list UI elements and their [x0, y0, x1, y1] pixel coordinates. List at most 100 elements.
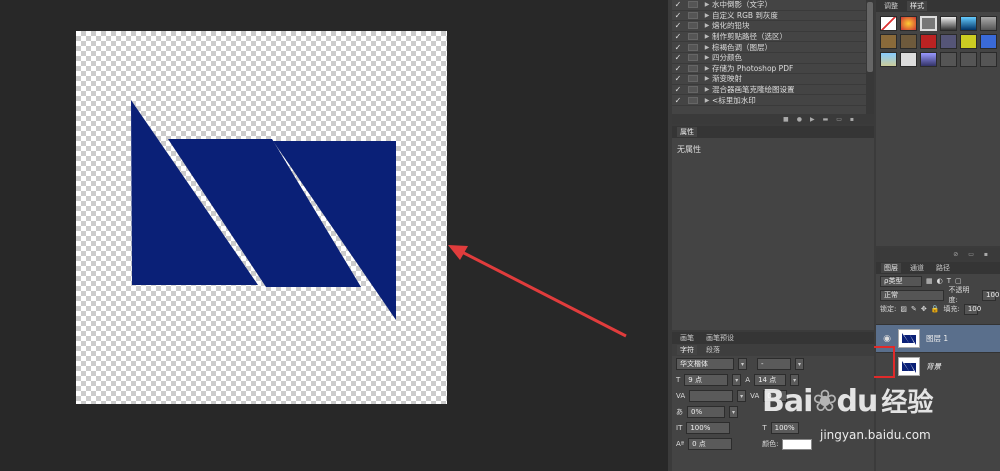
- record-icon[interactable]: ●: [797, 116, 802, 123]
- lock-paint-icon[interactable]: ✎: [911, 305, 917, 313]
- action-item[interactable]: ✓ ▶ 混合器画笔克隆绘图设置: [672, 85, 874, 96]
- dialog-toggle[interactable]: [688, 43, 698, 51]
- lock-pixels-icon[interactable]: ▨: [900, 305, 907, 313]
- action-item[interactable]: ✓ ▶ <标里加水印: [672, 95, 874, 106]
- action-item[interactable]: ✓ ▶ 渐变映射: [672, 74, 874, 85]
- style-swatch[interactable]: [920, 52, 937, 67]
- dialog-toggle[interactable]: [688, 96, 698, 104]
- expand-icon[interactable]: ▶: [702, 65, 712, 72]
- tab-brush[interactable]: 画笔: [677, 333, 697, 343]
- layer-name[interactable]: 背景: [926, 361, 941, 372]
- expand-icon[interactable]: ▶: [702, 54, 712, 61]
- lock-all-icon[interactable]: 🔒: [931, 305, 940, 313]
- action-item[interactable]: ✓ ▶ 存储为 Photoshop PDF: [672, 64, 874, 75]
- action-item[interactable]: ✓ ▶ 熔化的铅块: [672, 21, 874, 32]
- trash-icon[interactable]: ▪: [984, 251, 988, 258]
- expand-icon[interactable]: ▶: [702, 22, 712, 29]
- style-swatch[interactable]: [940, 16, 957, 31]
- dialog-toggle[interactable]: [688, 64, 698, 72]
- dialog-toggle[interactable]: [688, 86, 698, 94]
- font-size-field[interactable]: 9 点: [684, 374, 729, 386]
- tab-brush-presets[interactable]: 画笔预设: [703, 333, 737, 343]
- style-swatch[interactable]: [980, 34, 997, 49]
- dialog-toggle[interactable]: [688, 22, 698, 30]
- style-swatch[interactable]: [920, 16, 937, 31]
- action-item[interactable]: ✓ ▶ 制作剪贴路径（选区）: [672, 32, 874, 43]
- action-item[interactable]: ✓ ▶ 自定义 RGB 到灰度: [672, 11, 874, 22]
- style-swatch[interactable]: [900, 52, 917, 67]
- filter-shape-icon[interactable]: ▢: [955, 277, 962, 285]
- chevron-down-icon[interactable]: ▾: [738, 358, 747, 370]
- action-item[interactable]: ✓ ▶ 棕褐色调（图层）: [672, 42, 874, 53]
- style-swatch[interactable]: [980, 16, 997, 31]
- chevron-down-icon[interactable]: ▾: [729, 406, 738, 418]
- no-style-icon[interactable]: ⊘: [953, 251, 958, 258]
- tab-adjustments[interactable]: 调整: [881, 1, 901, 11]
- layer-name[interactable]: 图层 1: [926, 333, 948, 344]
- baseline-field[interactable]: 0 点: [688, 438, 733, 450]
- new-action-icon[interactable]: ▭: [836, 116, 842, 123]
- filter-type-icon[interactable]: T: [947, 277, 951, 285]
- new-set-icon[interactable]: ▬: [823, 116, 829, 123]
- tab-character[interactable]: 字符: [677, 345, 697, 355]
- expand-icon[interactable]: ▶: [702, 86, 712, 93]
- kerning-field[interactable]: [689, 390, 734, 402]
- filter-pixel-icon[interactable]: ▦: [926, 277, 933, 285]
- tab-paths[interactable]: 路径: [933, 263, 953, 273]
- opacity-field[interactable]: 100: [982, 289, 999, 301]
- tab-channels[interactable]: 通道: [907, 263, 927, 273]
- dialog-toggle[interactable]: [688, 11, 698, 19]
- tab-styles[interactable]: 样式: [907, 1, 927, 11]
- style-swatch[interactable]: [880, 52, 897, 67]
- expand-icon[interactable]: ▶: [702, 44, 712, 51]
- dialog-toggle[interactable]: [688, 54, 698, 62]
- tab-paragraph[interactable]: 段落: [703, 345, 723, 355]
- chevron-down-icon[interactable]: ▾: [732, 374, 742, 386]
- expand-icon[interactable]: ▶: [702, 75, 712, 82]
- style-swatch[interactable]: [960, 16, 977, 31]
- style-swatch[interactable]: [880, 34, 897, 49]
- chevron-down-icon[interactable]: ▾: [737, 390, 747, 402]
- trash-icon[interactable]: ▪: [850, 116, 854, 123]
- style-swatch[interactable]: [940, 34, 957, 49]
- tsume-field[interactable]: 0%: [687, 406, 725, 418]
- vertical-scale-field[interactable]: 100%: [686, 422, 731, 434]
- actions-scrollbar[interactable]: [866, 0, 874, 114]
- action-item[interactable]: ✓ ▶ 四分颜色: [672, 53, 874, 64]
- font-style-select[interactable]: -: [757, 358, 791, 370]
- dialog-toggle[interactable]: [688, 75, 698, 83]
- style-swatch[interactable]: [900, 16, 917, 31]
- dialog-toggle[interactable]: [688, 1, 698, 9]
- play-icon[interactable]: ▶: [810, 116, 815, 123]
- tab-properties[interactable]: 属性: [677, 127, 697, 137]
- new-style-icon[interactable]: ▭: [968, 251, 974, 258]
- style-swatch[interactable]: [960, 52, 977, 67]
- tab-layers[interactable]: 图层: [881, 263, 901, 273]
- filter-adjust-icon[interactable]: ◐: [937, 277, 943, 285]
- lock-position-icon[interactable]: ✥: [921, 305, 927, 313]
- style-swatch[interactable]: [920, 34, 937, 49]
- expand-icon[interactable]: ▶: [702, 97, 712, 104]
- blend-mode-select[interactable]: 正常: [880, 289, 945, 301]
- expand-icon[interactable]: ▶: [702, 33, 712, 40]
- horizontal-scale-field[interactable]: 100%: [770, 422, 799, 434]
- chevron-down-icon[interactable]: ▾: [795, 358, 804, 370]
- fill-field[interactable]: 100: [963, 303, 981, 315]
- eye-icon[interactable]: ◉: [876, 334, 898, 344]
- style-swatch[interactable]: [880, 16, 897, 31]
- stop-icon[interactable]: ■: [783, 116, 789, 123]
- action-label: 四分颜色: [712, 53, 742, 63]
- style-swatch[interactable]: [900, 34, 917, 49]
- scrollbar-thumb[interactable]: [867, 2, 873, 72]
- style-swatch[interactable]: [940, 52, 957, 67]
- style-swatch[interactable]: [980, 52, 997, 67]
- canvas-document[interactable]: [76, 31, 447, 404]
- dialog-toggle[interactable]: [688, 33, 698, 41]
- expand-icon[interactable]: ▶: [702, 1, 712, 8]
- expand-icon[interactable]: ▶: [702, 12, 712, 19]
- action-item[interactable]: ✓ ▶ 水中倒影（文字）: [672, 0, 874, 11]
- layer-filter-select[interactable]: ρ类型: [880, 275, 922, 287]
- style-swatch[interactable]: [960, 34, 977, 49]
- font-family-select[interactable]: 华文楷体: [676, 358, 734, 370]
- color-swatch[interactable]: [782, 438, 813, 450]
